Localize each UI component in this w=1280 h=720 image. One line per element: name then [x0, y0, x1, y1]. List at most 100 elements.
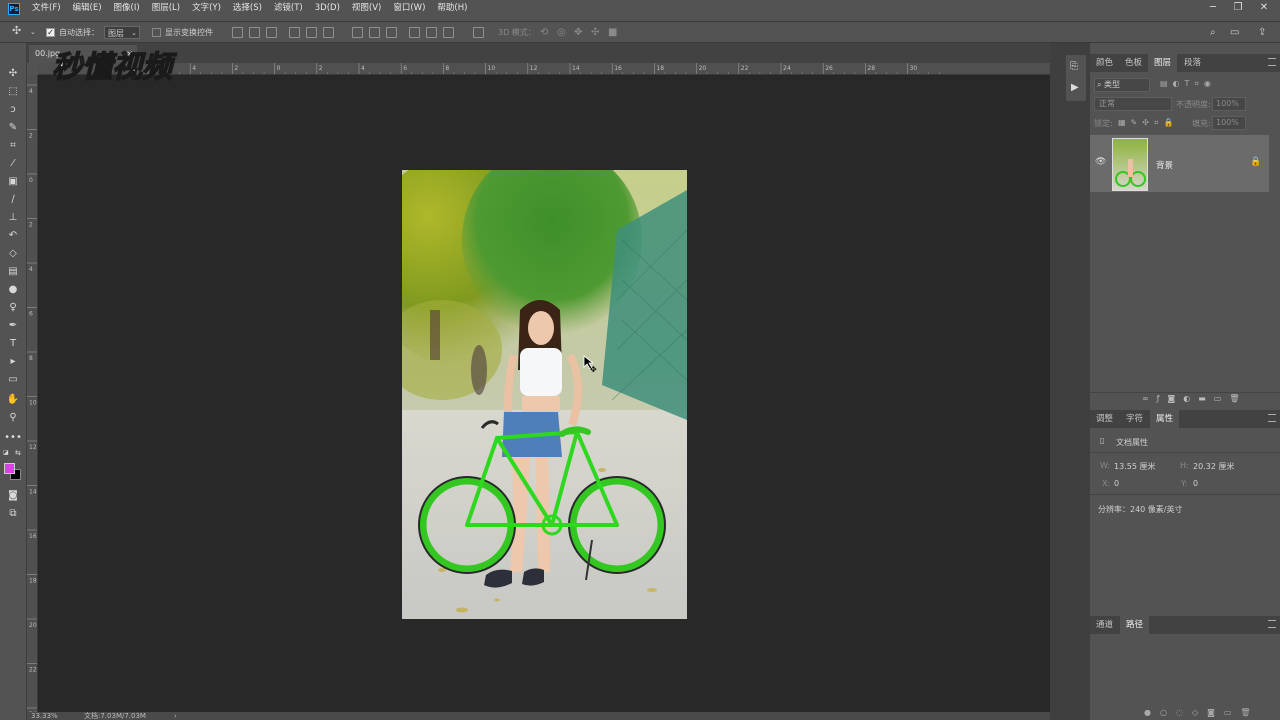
- height-value[interactable]: 20.32 厘米: [1193, 461, 1234, 472]
- eye-icon[interactable]: 👁: [1095, 157, 1106, 167]
- history-panel-icon[interactable]: ⎘: [1070, 61, 1078, 72]
- auto-select-checkbox[interactable]: ✓: [46, 28, 55, 37]
- path-select-tool-icon[interactable]: ▸: [3, 354, 23, 370]
- zoom-tool-icon[interactable]: ⚲: [3, 410, 23, 426]
- align-top-icon[interactable]: [232, 27, 243, 38]
- align-bottom-icon[interactable]: [266, 27, 277, 38]
- gradient-tool-icon[interactable]: ▤: [3, 264, 23, 280]
- menu-item-9[interactable]: 窗口(W): [387, 0, 431, 17]
- blur-tool-icon[interactable]: ●: [3, 282, 23, 298]
- quick-mask-icon[interactable]: ◙: [3, 488, 23, 504]
- restore-icon[interactable]: ❐: [1228, 0, 1248, 17]
- type-tool-icon[interactable]: T: [3, 336, 23, 352]
- pen-tool-icon[interactable]: ✒: [3, 318, 23, 334]
- layer-row-background[interactable]: 👁 背景 🔒: [1090, 135, 1269, 192]
- show-transform-checkbox[interactable]: [152, 28, 161, 37]
- menu-item-8[interactable]: 视图(V): [346, 0, 387, 17]
- distribute-top-icon[interactable]: [352, 27, 363, 38]
- dodge-tool-icon[interactable]: ♀: [3, 300, 23, 316]
- tab-adjustments[interactable]: 调整: [1090, 410, 1119, 428]
- menu-item-1[interactable]: 编辑(E): [67, 0, 108, 17]
- x-value[interactable]: 0: [1114, 479, 1119, 488]
- blend-mode-dropdown[interactable]: 正常: [1094, 97, 1172, 111]
- align-right-icon[interactable]: [323, 27, 334, 38]
- layer-filter-icons[interactable]: ▤◐T⌗◉: [1160, 79, 1216, 89]
- clone-stamp-tool-icon[interactable]: ⊥: [3, 210, 23, 226]
- menu-item-10[interactable]: 帮助(H): [431, 0, 473, 17]
- rectangle-tool-icon[interactable]: ▭: [3, 372, 23, 388]
- foreground-color-swatch[interactable]: [4, 463, 15, 474]
- move-tool-icon[interactable]: ✣: [3, 66, 23, 82]
- share-icon[interactable]: ⇪: [1258, 26, 1266, 39]
- align-vcenter-icon[interactable]: [249, 27, 260, 38]
- actions-play-icon[interactable]: ▶: [1071, 82, 1079, 93]
- preset-dropdown-icon[interactable]: ⌄: [30, 26, 36, 39]
- tab-paths[interactable]: 路径: [1120, 616, 1150, 634]
- distribute-vcenter-icon[interactable]: [369, 27, 380, 38]
- menu-item-5[interactable]: 选择(S): [227, 0, 268, 17]
- menu-item-2[interactable]: 图像(I): [108, 0, 146, 17]
- 3d-scale-icon[interactable]: ■: [608, 26, 617, 39]
- photoshop-logo[interactable]: Ps: [8, 2, 20, 15]
- layers-panel-menu-icon[interactable]: [1268, 58, 1276, 66]
- zoom-level[interactable]: 33.33%: [31, 712, 58, 720]
- marquee-tool-icon[interactable]: ⬚: [3, 84, 23, 100]
- 3d-drag-icon[interactable]: ✥: [574, 26, 582, 39]
- brush-tool-icon[interactable]: ∕: [3, 192, 23, 208]
- 3d-roll-icon[interactable]: ◎: [557, 26, 566, 39]
- search-icon[interactable]: ⌕: [1210, 26, 1216, 39]
- 3d-rotate-icon[interactable]: ⟲: [540, 26, 548, 39]
- more-tools-icon[interactable]: •••: [3, 430, 23, 446]
- height-label: H:: [1180, 461, 1189, 470]
- tab-channels[interactable]: 通道: [1090, 616, 1119, 634]
- close-icon[interactable]: ✕: [1254, 0, 1274, 17]
- opacity-field[interactable]: 100%: [1212, 97, 1246, 111]
- healing-brush-tool-icon[interactable]: ▣: [3, 174, 23, 190]
- auto-align-icon[interactable]: [473, 27, 484, 38]
- default-colors-icon[interactable]: ◪: [3, 449, 11, 457]
- paths-panel-menu-icon[interactable]: [1268, 620, 1276, 628]
- 3d-slide-icon[interactable]: ✣: [591, 26, 599, 39]
- history-brush-tool-icon[interactable]: ↶: [3, 228, 23, 244]
- crop-tool-icon[interactable]: ⌗: [3, 138, 23, 154]
- tab-color[interactable]: 颜色: [1090, 54, 1119, 72]
- distribute-bottom-icon[interactable]: [386, 27, 397, 38]
- eyedropper-tool-icon[interactable]: ⁄: [3, 156, 23, 172]
- eraser-tool-icon[interactable]: ◇: [3, 246, 23, 262]
- lock-icons[interactable]: ▦✎✣⌗🔒: [1118, 118, 1178, 128]
- quick-select-tool-icon[interactable]: ✎: [3, 120, 23, 136]
- layer-name[interactable]: 背景: [1156, 159, 1173, 171]
- layer-actions-icons[interactable]: ∞ƒ◙◐▬▭🗑: [1142, 394, 1248, 403]
- lasso-tool-icon[interactable]: ↄ: [3, 102, 23, 118]
- layer-filter-dropdown[interactable]: ⌕ 类型: [1094, 78, 1150, 92]
- align-left-icon[interactable]: [289, 27, 300, 38]
- auto-select-dropdown[interactable]: 图层 ⌄: [104, 26, 140, 39]
- tab-properties[interactable]: 属性: [1150, 410, 1180, 428]
- tab-swatches[interactable]: 色板: [1119, 54, 1148, 72]
- y-value[interactable]: 0: [1193, 479, 1198, 488]
- tab-character[interactable]: 字符: [1120, 410, 1149, 428]
- swap-colors-icon[interactable]: ⇆: [15, 449, 23, 457]
- fill-field[interactable]: 100%: [1212, 116, 1246, 130]
- width-value[interactable]: 13.55 厘米: [1114, 461, 1155, 472]
- align-hcenter-icon[interactable]: [306, 27, 317, 38]
- minimize-icon[interactable]: ─: [1203, 0, 1223, 17]
- move-tool-preset-icon[interactable]: ✣: [12, 24, 21, 37]
- menu-item-7[interactable]: 3D(D): [309, 0, 346, 17]
- properties-panel-menu-icon[interactable]: [1268, 414, 1276, 422]
- tab-paragraph[interactable]: 段落: [1178, 54, 1207, 72]
- menu-item-0[interactable]: 文件(F): [26, 0, 67, 17]
- screen-mode-icon[interactable]: ⧉: [3, 506, 23, 522]
- menu-item-4[interactable]: 文字(Y): [186, 0, 227, 17]
- workspace-icon[interactable]: ▭: [1230, 26, 1239, 39]
- status-expand-icon[interactable]: ›: [174, 712, 177, 720]
- distribute-left-icon[interactable]: [409, 27, 420, 38]
- tab-layers[interactable]: 图层: [1148, 54, 1178, 72]
- document-image[interactable]: [402, 170, 687, 619]
- menu-item-6[interactable]: 滤镜(T): [268, 0, 309, 17]
- hand-tool-icon[interactable]: ✋: [3, 392, 23, 408]
- distribute-right-icon[interactable]: [443, 27, 454, 38]
- paths-actions-icons[interactable]: ●○◌◇◙▭🗑: [1144, 708, 1260, 717]
- menu-item-3[interactable]: 图层(L): [146, 0, 186, 17]
- distribute-hcenter-icon[interactable]: [426, 27, 437, 38]
